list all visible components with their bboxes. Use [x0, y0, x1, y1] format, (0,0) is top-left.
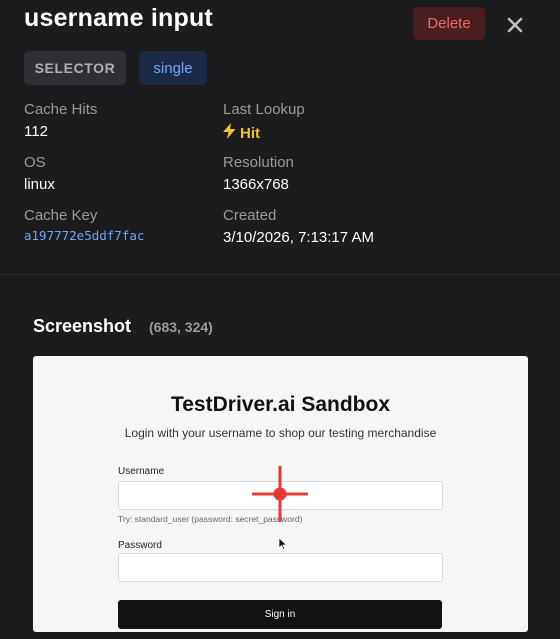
- cache-key-value[interactable]: a197772e5ddf7fac: [24, 228, 144, 243]
- os-label: OS: [24, 154, 46, 171]
- screenshot-coords: (683, 324): [149, 319, 213, 335]
- os-value: linux: [24, 176, 55, 193]
- last-lookup-value: Hit: [223, 123, 260, 143]
- screenshot-preview[interactable]: TestDriver.ai Sandbox Login with your us…: [33, 356, 528, 632]
- username-label: Username: [118, 466, 165, 477]
- mouse-cursor-icon: [278, 537, 288, 551]
- resolution-value: 1366x768: [223, 176, 289, 193]
- screenshot-heading: Screenshot: [33, 316, 132, 336]
- lightning-icon: [223, 123, 236, 143]
- sandbox-title: TestDriver.ai Sandbox: [170, 393, 391, 416]
- sign-in-button: Sign in: [118, 600, 442, 629]
- password-field: [118, 553, 443, 582]
- cache-hits-label: Cache Hits: [24, 101, 98, 118]
- last-lookup-label: Last Lookup: [223, 101, 305, 118]
- created-value: 3/10/2026, 7:13:17 AM: [223, 229, 374, 246]
- last-lookup-text: Hit: [240, 124, 260, 142]
- password-label: Password: [118, 540, 162, 551]
- section-divider: [0, 274, 560, 275]
- close-icon[interactable]: [503, 13, 527, 37]
- mode-badge: single: [139, 51, 207, 85]
- type-badge: SELECTOR: [24, 51, 126, 85]
- created-label: Created: [223, 207, 277, 224]
- cache-key-label: Cache Key: [24, 207, 98, 224]
- delete-button[interactable]: Delete: [413, 7, 485, 40]
- crosshair-marker: [252, 466, 308, 522]
- cache-hits-value: 112: [24, 123, 48, 140]
- sandbox-subtitle: Login with your username to shop our tes…: [124, 426, 437, 440]
- resolution-label: Resolution: [223, 154, 294, 171]
- detail-title: username input: [24, 4, 213, 32]
